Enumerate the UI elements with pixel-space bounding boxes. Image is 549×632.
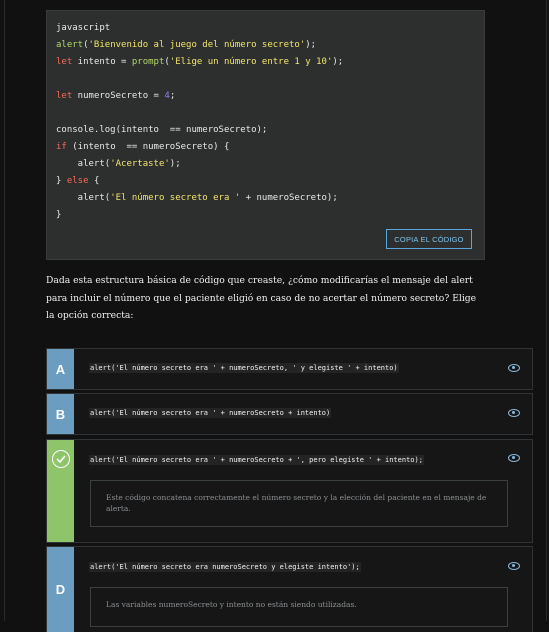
code-token: { — [88, 176, 100, 186]
code-token: numeroSecreto = — [72, 91, 165, 101]
code-line: let intento = prompt('Elige un número en… — [56, 54, 343, 71]
code-token: let — [56, 57, 73, 67]
option-feedback: Las variables numeroSecreto y intento no… — [90, 587, 508, 627]
code-token: 'El número secreto era ' — [110, 193, 241, 203]
option-code: alert('El número secreto era ' + numeroS… — [89, 408, 332, 418]
code-line: javascript — [56, 20, 343, 37]
code-token: 'Bienvenido al juego del número secreto' — [88, 40, 306, 50]
question-text: Dada esta estructura básica de código qu… — [46, 275, 477, 321]
option-feedback: Este código concatena correctamente el n… — [90, 480, 508, 527]
check-circle-icon — [51, 450, 70, 468]
code-line: alert('Acertaste'); — [56, 156, 343, 173]
code-line: if (intento == numeroSecreto) { — [56, 139, 343, 156]
code-line: alert('Bienvenido al juego del número se… — [56, 37, 343, 54]
option-code: alert('El número secreto era ' + numeroS… — [89, 455, 424, 465]
option-c-correct[interactable]: alert('El número secreto era ' + numeroS… — [46, 439, 533, 543]
code-token: } — [56, 176, 67, 186]
eye-icon[interactable] — [508, 409, 520, 417]
code-line: alert('El número secreto era ' + numeroS… — [56, 190, 343, 207]
code-token: alert( — [56, 193, 111, 203]
code-line: } — [56, 207, 343, 224]
code-block: javascript alert('Bienvenido al juego del… — [46, 10, 485, 260]
code-token: ); — [169, 159, 181, 169]
code-token: 'Acertaste' — [110, 159, 170, 169]
code-line: let numeroSecreto = 4; — [56, 88, 343, 105]
code-token: javascript — [56, 23, 111, 33]
code-token: } — [56, 210, 62, 220]
option-letter: D — [47, 547, 74, 632]
code-token: (intento == numeroSecreto) { — [66, 142, 230, 152]
code-token: prompt — [131, 57, 165, 67]
eye-icon[interactable] — [508, 364, 520, 372]
code-token: 'Elige un número entre 1 y 10' — [169, 57, 333, 67]
code-token: if — [56, 142, 67, 152]
code-token: console.log(intento == numeroSecreto); — [56, 125, 268, 135]
code-token: alert( — [56, 159, 111, 169]
option-letter: A — [47, 349, 74, 389]
code-token: ); — [305, 40, 317, 50]
code-line: console.log(intento == numeroSecreto); — [56, 122, 343, 139]
eye-icon[interactable] — [508, 454, 520, 462]
copy-code-button[interactable]: COPIA EL CÓDIGO — [386, 229, 472, 249]
code-token: intento = — [72, 57, 132, 67]
code-token: else — [66, 176, 89, 186]
option-code: alert('El número secreto era ' + numeroS… — [89, 363, 399, 373]
code-lines: javascript alert('Bienvenido al juego del… — [56, 20, 343, 224]
code-token: + numeroSecreto); — [240, 193, 338, 203]
option-b[interactable]: B alert('El número secreto era ' + numer… — [46, 393, 533, 435]
code-token: ; — [169, 91, 176, 101]
code-token: alert — [56, 40, 84, 50]
option-code: alert('El número secreto era numeroSecre… — [89, 562, 361, 572]
eye-icon[interactable] — [508, 562, 520, 570]
code-line: } else { — [56, 173, 343, 190]
option-indicator — [47, 440, 74, 542]
option-letter: B — [47, 394, 74, 434]
option-a[interactable]: A alert('El número secreto era ' + numer… — [46, 348, 533, 390]
option-d[interactable]: D alert('El número secreto era numeroSec… — [46, 546, 533, 632]
code-token: let — [56, 91, 73, 101]
code-token: ); — [332, 57, 344, 67]
